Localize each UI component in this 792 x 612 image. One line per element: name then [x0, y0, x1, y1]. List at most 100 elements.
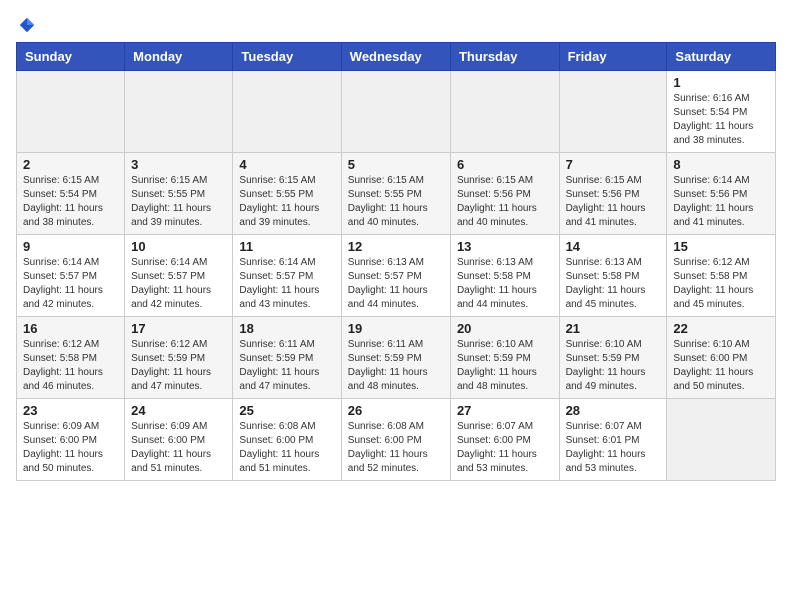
weekday-header-monday: Monday [125, 43, 233, 71]
weekday-header-saturday: Saturday [667, 43, 776, 71]
calendar-cell [125, 71, 233, 153]
day-info: Sunrise: 6:13 AM Sunset: 5:58 PM Dayligh… [566, 256, 661, 312]
day-number: 16 [23, 321, 118, 336]
calendar-header-row: SundayMondayTuesdayWednesdayThursdayFrid… [17, 43, 776, 71]
day-number: 12 [348, 239, 444, 254]
day-info: Sunrise: 6:12 AM Sunset: 5:58 PM Dayligh… [673, 256, 769, 312]
day-info: Sunrise: 6:11 AM Sunset: 5:59 PM Dayligh… [348, 338, 444, 394]
day-info: Sunrise: 6:09 AM Sunset: 6:00 PM Dayligh… [23, 420, 118, 476]
calendar-cell [667, 399, 776, 481]
weekday-header-wednesday: Wednesday [341, 43, 450, 71]
day-info: Sunrise: 6:14 AM Sunset: 5:56 PM Dayligh… [673, 174, 769, 230]
day-number: 18 [239, 321, 334, 336]
calendar-cell [341, 71, 450, 153]
calendar-cell: 22 Sunrise: 6:10 AM Sunset: 6:00 PM Dayli… [667, 317, 776, 399]
day-number: 27 [457, 403, 553, 418]
calendar-cell: 25 Sunrise: 6:08 AM Sunset: 6:00 PM Dayli… [233, 399, 341, 481]
day-info: Sunrise: 6:07 AM Sunset: 6:01 PM Dayligh… [566, 420, 661, 476]
calendar-table: SundayMondayTuesdayWednesdayThursdayFrid… [16, 42, 776, 481]
day-info: Sunrise: 6:08 AM Sunset: 6:00 PM Dayligh… [348, 420, 444, 476]
day-info: Sunrise: 6:07 AM Sunset: 6:00 PM Dayligh… [457, 420, 553, 476]
day-info: Sunrise: 6:14 AM Sunset: 5:57 PM Dayligh… [131, 256, 226, 312]
day-number: 1 [673, 75, 769, 90]
day-number: 4 [239, 157, 334, 172]
calendar-cell [233, 71, 341, 153]
calendar-cell: 18 Sunrise: 6:11 AM Sunset: 5:59 PM Dayli… [233, 317, 341, 399]
day-info: Sunrise: 6:12 AM Sunset: 5:58 PM Dayligh… [23, 338, 118, 394]
calendar-cell: 11 Sunrise: 6:14 AM Sunset: 5:57 PM Dayli… [233, 235, 341, 317]
day-number: 2 [23, 157, 118, 172]
logo-icon [18, 16, 36, 34]
day-number: 10 [131, 239, 226, 254]
calendar-cell: 16 Sunrise: 6:12 AM Sunset: 5:58 PM Dayli… [17, 317, 125, 399]
day-info: Sunrise: 6:10 AM Sunset: 6:00 PM Dayligh… [673, 338, 769, 394]
weekday-header-friday: Friday [559, 43, 667, 71]
calendar-cell: 5 Sunrise: 6:15 AM Sunset: 5:55 PM Daylig… [341, 153, 450, 235]
day-info: Sunrise: 6:12 AM Sunset: 5:59 PM Dayligh… [131, 338, 226, 394]
day-number: 11 [239, 239, 334, 254]
calendar-cell: 21 Sunrise: 6:10 AM Sunset: 5:59 PM Dayli… [559, 317, 667, 399]
calendar-cell: 7 Sunrise: 6:15 AM Sunset: 5:56 PM Daylig… [559, 153, 667, 235]
day-number: 3 [131, 157, 226, 172]
day-number: 28 [566, 403, 661, 418]
day-info: Sunrise: 6:14 AM Sunset: 5:57 PM Dayligh… [23, 256, 118, 312]
calendar-week-row: 9Sunrise: 6:14 AM Sunset: 5:57 PM Daylig… [17, 235, 776, 317]
calendar-cell: 26 Sunrise: 6:08 AM Sunset: 6:00 PM Dayli… [341, 399, 450, 481]
calendar-week-row: 16 Sunrise: 6:12 AM Sunset: 5:58 PM Dayli… [17, 317, 776, 399]
day-info: Sunrise: 6:15 AM Sunset: 5:55 PM Dayligh… [239, 174, 334, 230]
weekday-header-tuesday: Tuesday [233, 43, 341, 71]
day-number: 19 [348, 321, 444, 336]
calendar-cell: 17Sunrise: 6:12 AM Sunset: 5:59 PM Dayli… [125, 317, 233, 399]
calendar-cell: 3Sunrise: 6:15 AM Sunset: 5:55 PM Daylig… [125, 153, 233, 235]
day-info: Sunrise: 6:15 AM Sunset: 5:55 PM Dayligh… [348, 174, 444, 230]
day-info: Sunrise: 6:09 AM Sunset: 6:00 PM Dayligh… [131, 420, 226, 476]
day-number: 6 [457, 157, 553, 172]
calendar-cell: 6 Sunrise: 6:15 AM Sunset: 5:56 PM Daylig… [450, 153, 559, 235]
day-number: 25 [239, 403, 334, 418]
day-info: Sunrise: 6:13 AM Sunset: 5:57 PM Dayligh… [348, 256, 444, 312]
calendar-cell: 24 Sunrise: 6:09 AM Sunset: 6:00 PM Dayli… [125, 399, 233, 481]
day-info: Sunrise: 6:15 AM Sunset: 5:56 PM Dayligh… [566, 174, 661, 230]
day-info: Sunrise: 6:11 AM Sunset: 5:59 PM Dayligh… [239, 338, 334, 394]
calendar-cell: 19 Sunrise: 6:11 AM Sunset: 5:59 PM Dayli… [341, 317, 450, 399]
day-info: Sunrise: 6:10 AM Sunset: 5:59 PM Dayligh… [457, 338, 553, 394]
logo [16, 16, 38, 34]
calendar-cell: 15 Sunrise: 6:12 AM Sunset: 5:58 PM Dayli… [667, 235, 776, 317]
calendar-cell: 13Sunrise: 6:13 AM Sunset: 5:58 PM Dayli… [450, 235, 559, 317]
calendar-cell: 10 Sunrise: 6:14 AM Sunset: 5:57 PM Dayli… [125, 235, 233, 317]
day-info: Sunrise: 6:14 AM Sunset: 5:57 PM Dayligh… [239, 256, 334, 312]
day-info: Sunrise: 6:15 AM Sunset: 5:56 PM Dayligh… [457, 174, 553, 230]
day-info: Sunrise: 6:08 AM Sunset: 6:00 PM Dayligh… [239, 420, 334, 476]
weekday-header-thursday: Thursday [450, 43, 559, 71]
day-number: 23 [23, 403, 118, 418]
calendar-cell: 8 Sunrise: 6:14 AM Sunset: 5:56 PM Daylig… [667, 153, 776, 235]
calendar-week-row: 1 Sunrise: 6:16 AM Sunset: 5:54 PM Daylig… [17, 71, 776, 153]
calendar-cell [450, 71, 559, 153]
day-info: Sunrise: 6:15 AM Sunset: 5:54 PM Dayligh… [23, 174, 118, 230]
weekday-header-sunday: Sunday [17, 43, 125, 71]
day-info: Sunrise: 6:10 AM Sunset: 5:59 PM Dayligh… [566, 338, 661, 394]
day-info: Sunrise: 6:13 AM Sunset: 5:58 PM Dayligh… [457, 256, 553, 312]
day-number: 5 [348, 157, 444, 172]
calendar-cell: 4 Sunrise: 6:15 AM Sunset: 5:55 PM Daylig… [233, 153, 341, 235]
calendar-cell: 27 Sunrise: 6:07 AM Sunset: 6:00 PM Dayli… [450, 399, 559, 481]
calendar-cell: 28 Sunrise: 6:07 AM Sunset: 6:01 PM Dayli… [559, 399, 667, 481]
day-number: 20 [457, 321, 553, 336]
day-number: 21 [566, 321, 661, 336]
page-header [16, 16, 776, 34]
day-number: 14 [566, 239, 661, 254]
calendar-week-row: 23 Sunrise: 6:09 AM Sunset: 6:00 PM Dayli… [17, 399, 776, 481]
calendar-cell [17, 71, 125, 153]
calendar-cell: 1 Sunrise: 6:16 AM Sunset: 5:54 PM Daylig… [667, 71, 776, 153]
calendar-cell: 9Sunrise: 6:14 AM Sunset: 5:57 PM Daylig… [17, 235, 125, 317]
day-number: 24 [131, 403, 226, 418]
calendar-cell: 2 Sunrise: 6:15 AM Sunset: 5:54 PM Daylig… [17, 153, 125, 235]
day-number: 8 [673, 157, 769, 172]
day-info: Sunrise: 6:16 AM Sunset: 5:54 PM Dayligh… [673, 92, 769, 148]
calendar-cell: 23 Sunrise: 6:09 AM Sunset: 6:00 PM Dayli… [17, 399, 125, 481]
day-number: 7 [566, 157, 661, 172]
day-number: 22 [673, 321, 769, 336]
calendar-cell: 12 Sunrise: 6:13 AM Sunset: 5:57 PM Dayli… [341, 235, 450, 317]
day-number: 15 [673, 239, 769, 254]
day-number: 26 [348, 403, 444, 418]
